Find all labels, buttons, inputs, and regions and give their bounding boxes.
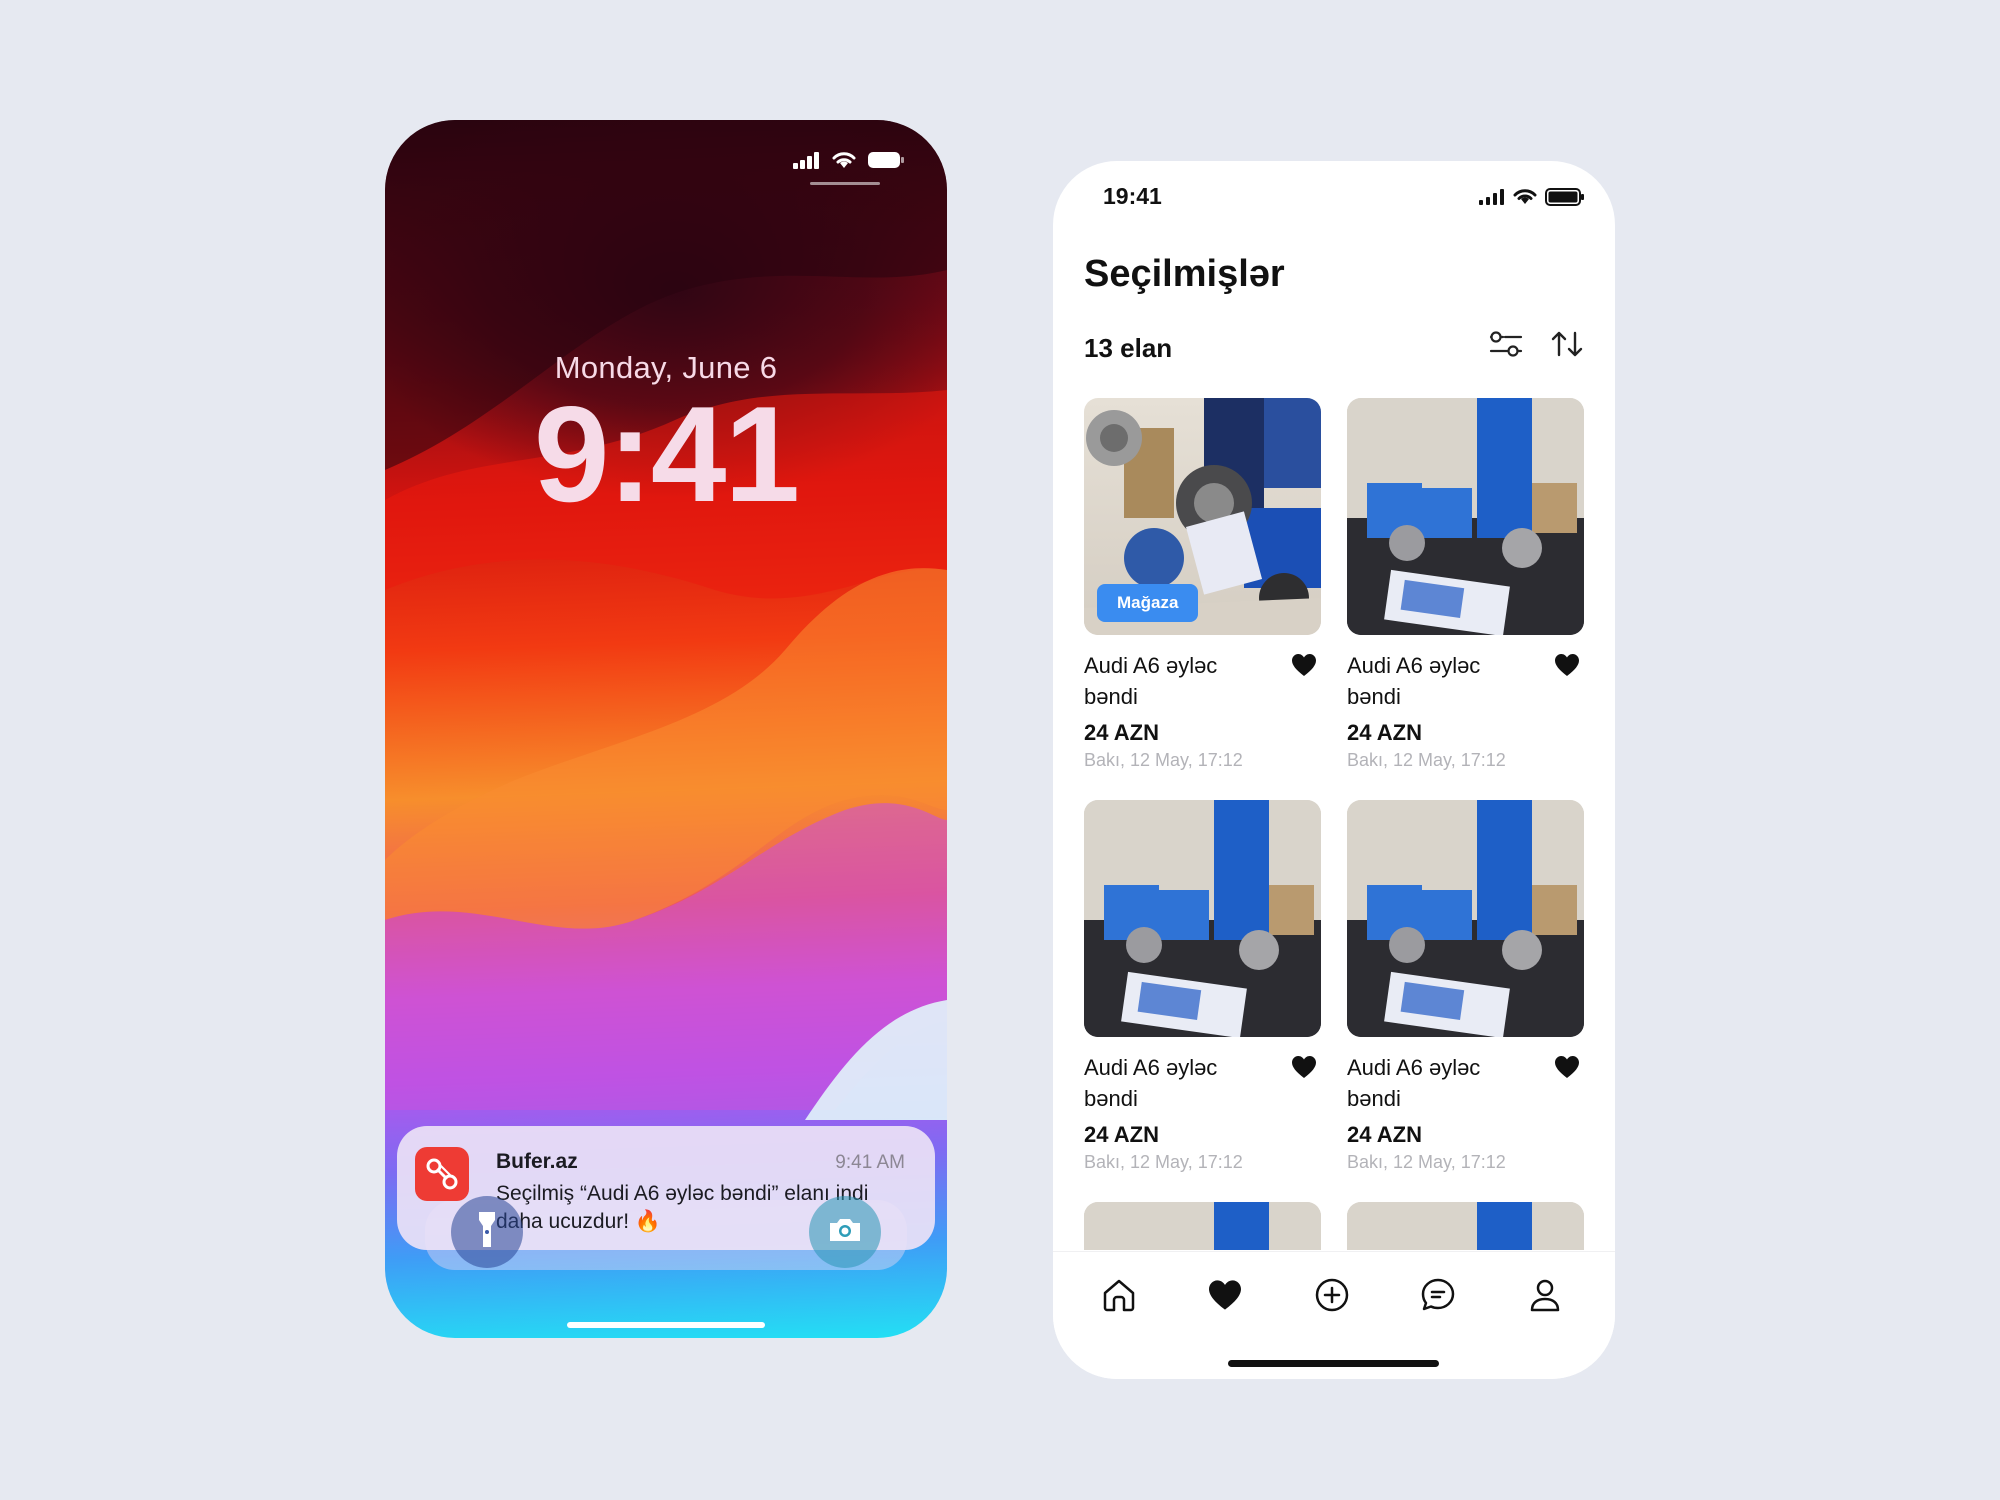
listing-title: Audi A6 əyləc bəndi: [1347, 653, 1481, 709]
listing-card[interactable]: Mağaza Audi A6 əyləc bəndi 24 AZN Bakı, …: [1084, 398, 1321, 770]
parts-photo-illustration: [1084, 800, 1321, 1037]
listing-price: 24 AZN: [1084, 1122, 1159, 1147]
status-underline: [810, 182, 880, 185]
listing-card[interactable]: [1084, 1202, 1321, 1250]
favorite-button[interactable]: [1289, 1052, 1319, 1082]
signal-icon: [1479, 189, 1505, 210]
listing-meta: Bakı, 12 May, 17:12: [1347, 1152, 1506, 1172]
listing-meta: Bakı, 12 May, 17:12: [1347, 750, 1506, 770]
notification-time: 9:41 AM: [835, 1152, 905, 1173]
favorite-button[interactable]: [1289, 650, 1319, 680]
plus-circle-icon: [1315, 1278, 1349, 1312]
heart-icon: [1555, 654, 1579, 676]
tab-add[interactable]: [1309, 1272, 1355, 1318]
listing-photo: [1347, 800, 1584, 1037]
listing-price: 24 AZN: [1084, 720, 1159, 745]
listing-photo: [1084, 1202, 1321, 1250]
listing-card[interactable]: Audi A6 əyləc bəndi 24 AZN Bakı, 12 May,…: [1084, 800, 1321, 1172]
lock-time: 9:41: [533, 378, 800, 530]
chat-icon: [1421, 1278, 1455, 1311]
home-indicator[interactable]: [1228, 1360, 1439, 1367]
filter-button[interactable]: [1486, 328, 1526, 364]
wifi-icon: [1513, 188, 1537, 211]
parts-photo-illustration: [1084, 1202, 1321, 1250]
lock-screen-phone: Monday, June 6 9:41 Bufer.az 9:41 AM Seç…: [385, 120, 947, 1338]
listing-photo: Mağaza: [1084, 398, 1321, 635]
lock-status-bar: [793, 150, 905, 175]
battery-icon: [867, 150, 905, 175]
listing-title: Audi A6 əyləc bəndi: [1084, 1055, 1218, 1111]
listing-photo: [1084, 800, 1321, 1037]
signal-icon: [793, 151, 821, 174]
home-icon: [1103, 1279, 1135, 1312]
home-indicator[interactable]: [567, 1322, 765, 1328]
flashlight-icon: [476, 1210, 498, 1255]
listing-title: Audi A6 əyləc bəndi: [1347, 1055, 1481, 1111]
parts-photo-illustration: [1347, 398, 1584, 635]
battery-icon: [1545, 187, 1585, 212]
parts-photo-illustration: [1347, 800, 1584, 1037]
store-badge: Mağaza: [1097, 584, 1199, 622]
listing-title: Audi A6 əyləc bəndi: [1084, 653, 1218, 709]
wifi-icon: [831, 150, 857, 175]
flashlight-button[interactable]: [451, 1196, 523, 1268]
listing-card[interactable]: Audi A6 əyləc bəndi 24 AZN Bakı, 12 May,…: [1347, 398, 1584, 770]
app-status-icons: [1479, 187, 1585, 212]
tab-messages[interactable]: [1415, 1272, 1461, 1318]
tab-profile[interactable]: [1522, 1272, 1568, 1318]
favorite-button[interactable]: [1552, 650, 1582, 680]
listing-photo: [1347, 398, 1584, 635]
status-time: 19:41: [1103, 183, 1162, 209]
listing-price: 24 AZN: [1347, 720, 1422, 745]
listing-meta: Bakı, 12 May, 17:12: [1084, 1152, 1243, 1172]
sort-button[interactable]: [1547, 328, 1587, 364]
camera-icon: [827, 1216, 863, 1249]
favorite-button[interactable]: [1552, 1052, 1582, 1082]
listing-card[interactable]: [1347, 1202, 1584, 1250]
profile-icon: [1530, 1279, 1560, 1312]
app-phone: 19:41 Seçilmişlər 13 elan Mağaza Audi A6…: [1053, 161, 1615, 1379]
heart-icon: [1555, 1056, 1579, 1078]
heart-icon: [1292, 654, 1316, 676]
camera-button[interactable]: [809, 1196, 881, 1268]
filter-sliders-icon: [1489, 328, 1523, 365]
heart-icon: [1292, 1056, 1316, 1078]
link-chain-icon: [415, 1147, 469, 1201]
listing-card[interactable]: Audi A6 əyləc bəndi 24 AZN Bakı, 12 May,…: [1347, 800, 1584, 1172]
sort-arrows-icon: [1550, 329, 1584, 364]
listing-count: 13 elan: [1084, 333, 1173, 363]
tab-home[interactable]: [1096, 1272, 1142, 1318]
heart-icon: [1209, 1280, 1241, 1310]
page-title: Seçilmişlər: [1084, 253, 1285, 295]
parts-photo-illustration: [1347, 1202, 1584, 1250]
listings-grid: Mağaza Audi A6 əyləc bəndi 24 AZN Bakı, …: [1084, 398, 1586, 1250]
listing-meta: Bakı, 12 May, 17:12: [1084, 750, 1243, 770]
notification-app-name: Bufer.az: [496, 1150, 578, 1173]
listing-price: 24 AZN: [1347, 1122, 1422, 1147]
tab-favorites[interactable]: [1202, 1272, 1248, 1318]
listing-photo: [1347, 1202, 1584, 1250]
